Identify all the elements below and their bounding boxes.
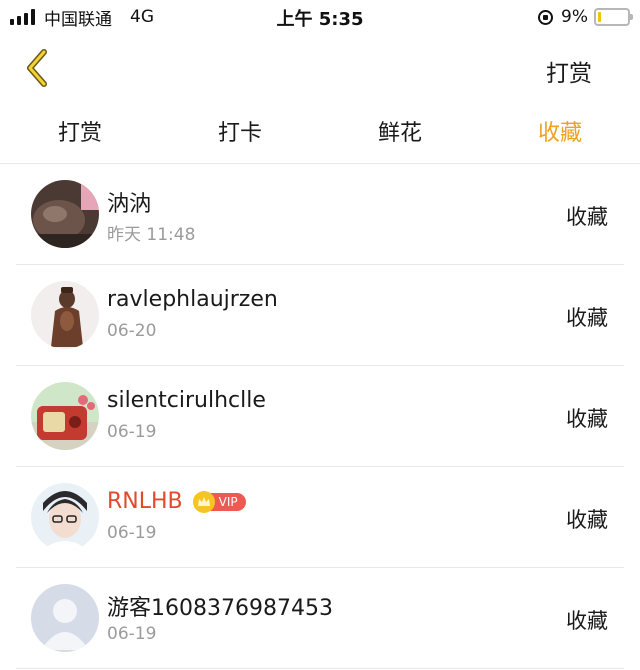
item-action-label: 收藏 bbox=[566, 508, 608, 532]
crown-icon bbox=[192, 490, 215, 513]
list-item[interactable]: 汭汭 昨天 11:48 收藏 bbox=[16, 164, 624, 265]
back-button[interactable] bbox=[18, 48, 58, 88]
network-type: 4G bbox=[130, 7, 154, 27]
tab-bar: 打赏 打卡 鲜花 收藏 bbox=[0, 104, 640, 164]
battery-percent: 9% bbox=[561, 7, 588, 27]
list-item[interactable]: RNLHB VIP 06-19 收藏 bbox=[16, 467, 624, 568]
nav-bar: 打赏 bbox=[0, 34, 640, 104]
item-action-label: 收藏 bbox=[566, 306, 608, 330]
avatar[interactable] bbox=[31, 382, 99, 450]
tip-button[interactable]: 打赏 bbox=[546, 54, 592, 88]
name-line: 游客1608376987453 bbox=[107, 590, 333, 622]
tab-favorites[interactable]: 收藏 bbox=[480, 104, 640, 163]
user-name[interactable]: 游客1608376987453 bbox=[107, 590, 333, 622]
battery-icon bbox=[594, 8, 633, 26]
item-date: 06-19 bbox=[107, 422, 157, 442]
user-name[interactable]: RNLHB bbox=[107, 489, 183, 514]
item-date: 06-19 bbox=[107, 523, 157, 543]
signal-icon bbox=[10, 9, 35, 25]
item-date: 06-19 bbox=[107, 624, 157, 644]
tab-tip[interactable]: 打赏 bbox=[0, 104, 160, 163]
list-item[interactable]: ravlephlaujrzen 06-20 收藏 bbox=[16, 265, 624, 366]
item-action-label: 收藏 bbox=[566, 609, 608, 633]
item-date: 06-20 bbox=[107, 321, 157, 341]
avatar[interactable] bbox=[31, 584, 99, 652]
status-right: 9% bbox=[538, 6, 633, 28]
name-line: RNLHB VIP bbox=[107, 489, 246, 514]
item-date: 昨天 11:48 bbox=[107, 225, 196, 245]
carrier-name: 中国联通 bbox=[44, 9, 112, 30]
favorites-list: 汭汭 昨天 11:48 收藏 ravlephlaujrzen 06-20 收藏 bbox=[0, 164, 640, 669]
item-action-label: 收藏 bbox=[566, 205, 608, 229]
user-name[interactable]: ravlephlaujrzen bbox=[107, 287, 278, 312]
status-bar: 中国联通 4G 上午 5:35 9% bbox=[0, 0, 640, 34]
avatar[interactable] bbox=[31, 180, 99, 248]
vip-badge: VIP bbox=[192, 490, 246, 513]
list-item[interactable]: 游客1608376987453 06-19 收藏 bbox=[16, 568, 624, 669]
status-left: 中国联通 4G bbox=[10, 6, 154, 30]
name-line: silentcirulhclle bbox=[107, 388, 266, 413]
list-item[interactable]: silentcirulhclle 06-19 收藏 bbox=[16, 366, 624, 467]
avatar[interactable] bbox=[31, 281, 99, 349]
tab-flowers[interactable]: 鲜花 bbox=[320, 104, 480, 163]
orientation-lock-icon bbox=[538, 9, 554, 25]
item-action-label: 收藏 bbox=[566, 407, 608, 431]
avatar[interactable] bbox=[31, 483, 99, 551]
tab-checkin[interactable]: 打卡 bbox=[160, 104, 320, 163]
name-line: ravlephlaujrzen bbox=[107, 287, 278, 312]
chevron-left-icon bbox=[27, 49, 47, 87]
name-line: 汭汭 bbox=[107, 186, 151, 218]
user-name[interactable]: 汭汭 bbox=[107, 186, 151, 218]
user-name[interactable]: silentcirulhclle bbox=[107, 388, 266, 413]
